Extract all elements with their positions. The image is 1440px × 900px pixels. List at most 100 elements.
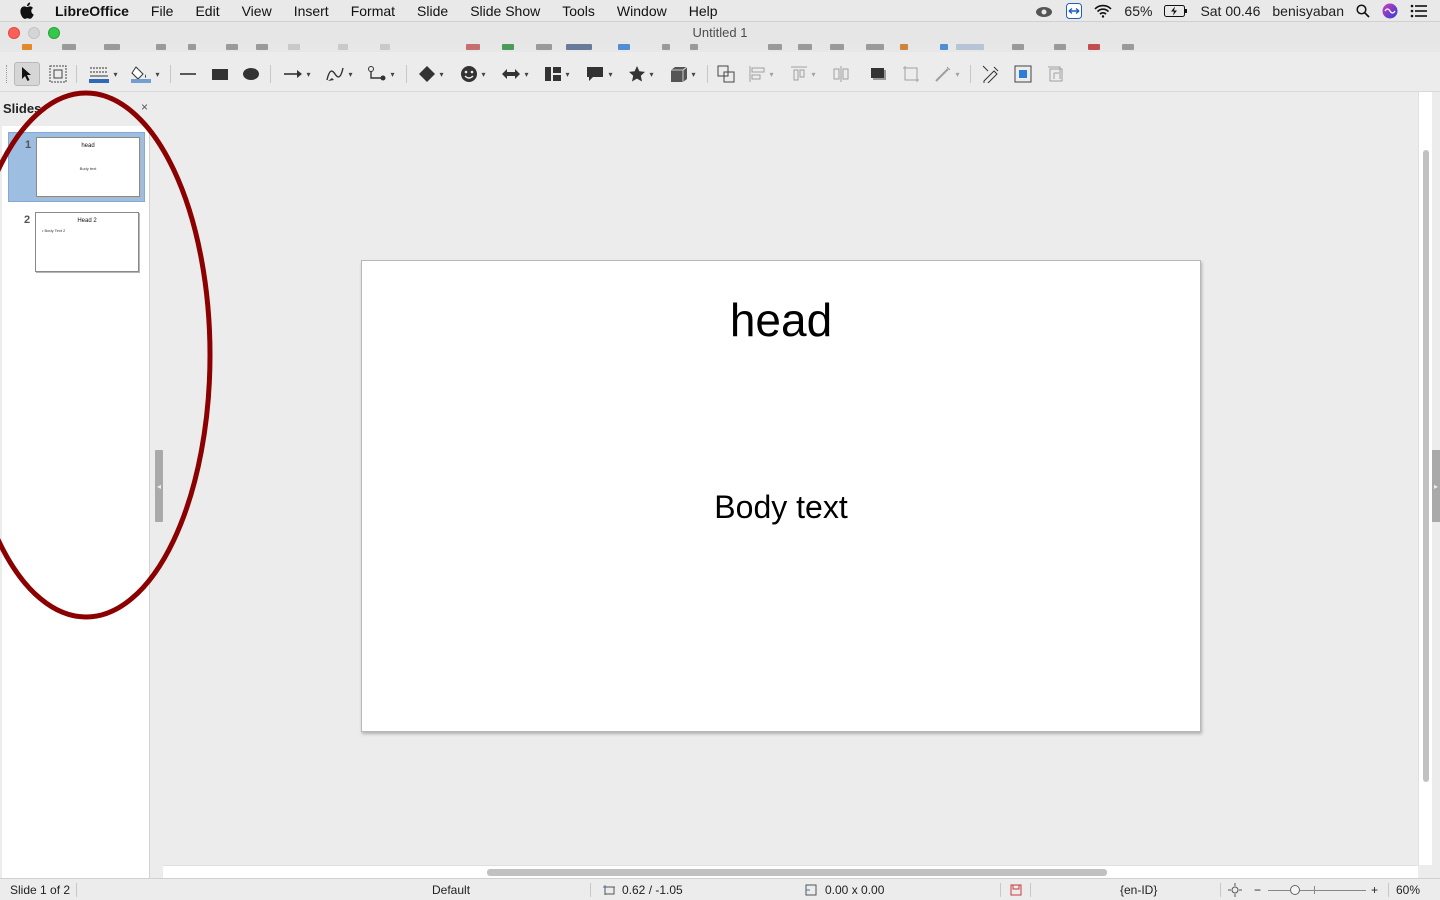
spotlight-search-icon[interactable] [1356, 4, 1370, 18]
filter-icon[interactable]: ▾ [930, 62, 964, 86]
chevron-down-icon[interactable]: ▾ [439, 70, 443, 79]
zoom-slider-knob[interactable] [1290, 885, 1300, 895]
chevron-down-icon[interactable]: ▾ [565, 70, 569, 79]
arrow-pointer-icon[interactable] [14, 62, 40, 86]
slide-preview-title: Head 2 [77, 218, 97, 224]
window-minimize-button[interactable] [28, 27, 40, 39]
flowchart-icon[interactable]: ▾ [538, 62, 576, 86]
crop-image-icon[interactable] [898, 62, 924, 86]
diamond-icon[interactable]: ▾ [412, 62, 450, 86]
slide-preview-body: Body text [79, 166, 97, 171]
menubar-user[interactable]: benisyaban [1272, 3, 1344, 19]
battery-percent: 65% [1124, 3, 1153, 19]
wifi-icon[interactable] [1094, 4, 1112, 18]
apple-logo-icon[interactable] [19, 2, 39, 19]
chevron-right-icon: ▸ [1433, 481, 1438, 491]
slide-body-text[interactable]: Body text [362, 489, 1200, 526]
chevron-down-icon[interactable]: ▾ [608, 70, 612, 79]
menu-insert[interactable]: Insert [283, 3, 340, 19]
connector-icon[interactable]: ▾ [362, 62, 400, 86]
shadow-icon[interactable] [866, 62, 892, 86]
slide-workspace[interactable]: head Body text [163, 92, 1418, 865]
cube-icon[interactable]: ▾ [664, 62, 702, 86]
rectangle-icon[interactable] [208, 62, 232, 86]
window-titlebar: Untitled 1 [0, 22, 1440, 44]
drawing-toolbar: ▾ ▾ ▾ ▾ ▾ ▾ ▾ ▾ ▾ ▾ ▾ ▾ ▾ ▾ ▾ [0, 56, 1440, 92]
zoom-in-button[interactable]: + [1371, 879, 1378, 900]
document-modified-icon[interactable] [1010, 879, 1022, 900]
chevron-down-icon[interactable]: ▾ [155, 70, 159, 79]
window-maximize-button[interactable] [48, 27, 60, 39]
menu-format[interactable]: Format [340, 3, 406, 19]
slide-thumbnail-2[interactable]: 2 Head 2 • Body Text 2 [8, 208, 145, 278]
double-arrow-icon[interactable]: ▾ [496, 62, 534, 86]
slide-canvas[interactable]: head Body text [361, 260, 1201, 732]
battery-charging-icon[interactable] [1164, 5, 1188, 17]
curve-icon[interactable]: ▾ [320, 62, 358, 86]
menu-tools[interactable]: Tools [551, 3, 606, 19]
chevron-down-icon[interactable]: ▾ [481, 70, 485, 79]
chevron-down-icon[interactable]: ▾ [524, 70, 528, 79]
horizontal-scrollbar[interactable] [163, 865, 1418, 878]
fill-color-icon[interactable]: ▾ [126, 62, 164, 86]
window-title: Untitled 1 [692, 25, 748, 40]
align-objects-icon[interactable]: ▾ [744, 62, 778, 86]
chevron-down-icon: ▾ [955, 69, 960, 79]
collapse-pane-handle[interactable]: ◂ [155, 450, 163, 522]
transformations-icon[interactable] [714, 62, 738, 86]
menu-app-name[interactable]: LibreOffice [55, 3, 140, 19]
menu-slide-show[interactable]: Slide Show [459, 3, 551, 19]
chevron-down-icon[interactable]: ▾ [649, 70, 653, 79]
points-edit-icon[interactable] [978, 62, 1004, 86]
toolbar-grip[interactable] [6, 65, 8, 83]
master-slide-name[interactable]: Default [432, 879, 470, 900]
glue-points-icon[interactable] [1010, 62, 1036, 86]
language-indicator[interactable]: {en-ID} [1120, 879, 1157, 900]
star-icon[interactable]: ▾ [622, 62, 660, 86]
line-color-icon[interactable]: ▾ [84, 62, 122, 86]
vertical-scrollbar[interactable] [1418, 92, 1432, 865]
menu-view[interactable]: View [231, 3, 283, 19]
slide-preview-body: • Body Text 2 [42, 228, 66, 233]
menu-help[interactable]: Help [678, 3, 729, 19]
chevron-down-icon[interactable]: ▾ [691, 70, 695, 79]
slide-thumbnail-1[interactable]: 1 head Body text [8, 132, 145, 202]
zoom-level[interactable]: 60% [1396, 879, 1420, 900]
fit-slide-icon[interactable] [1228, 879, 1242, 900]
sidebar-expand-handle[interactable]: ▸ [1432, 450, 1440, 522]
menu-slide[interactable]: Slide [406, 3, 459, 19]
chevron-down-icon[interactable]: ▾ [113, 70, 117, 79]
zoom-out-button[interactable]: − [1254, 879, 1261, 900]
arrow-line-icon[interactable]: ▾ [278, 62, 316, 86]
menu-file[interactable]: File [140, 3, 185, 19]
horizontal-scroll-thumb[interactable] [487, 869, 1107, 876]
menu-edit[interactable]: Edit [184, 3, 230, 19]
slide-indicator: Slide 1 of 2 [10, 883, 71, 897]
siri-icon[interactable] [1382, 3, 1398, 19]
distribute-icon[interactable] [828, 62, 854, 86]
notification-center-icon[interactable] [1410, 4, 1428, 18]
zoom-slider-track[interactable] [1268, 890, 1366, 891]
chevron-down-icon[interactable]: ▾ [348, 70, 352, 79]
line-icon[interactable] [176, 62, 200, 86]
chevron-down-icon: ▾ [811, 69, 816, 79]
menubar-clock[interactable]: Sat 00.46 [1200, 3, 1260, 19]
smiley-icon[interactable]: ▾ [454, 62, 492, 86]
slides-list[interactable]: 1 head Body text 2 Head 2 • Body Text 2 [2, 126, 150, 878]
callout-icon[interactable]: ▾ [580, 62, 618, 86]
creative-cloud-icon[interactable] [1034, 4, 1054, 18]
toggle-extrusion-icon[interactable] [1042, 62, 1068, 86]
chevron-down-icon[interactable]: ▾ [390, 70, 394, 79]
vertical-scroll-thumb[interactable] [1423, 150, 1429, 782]
arrange-icon[interactable]: ▾ [786, 62, 820, 86]
slide-title-text[interactable]: head [362, 293, 1200, 347]
slide-number: 2 [24, 214, 31, 226]
close-icon[interactable]: × [141, 100, 148, 114]
window-close-button[interactable] [8, 27, 20, 39]
zoom-pan-icon[interactable] [46, 62, 70, 86]
status-bar: Slide 1 of 2 Default 0.62 / -1.05 0.00 x… [0, 878, 1440, 900]
chevron-down-icon[interactable]: ▾ [306, 70, 310, 79]
teamviewer-icon[interactable] [1066, 3, 1083, 19]
menu-window[interactable]: Window [606, 3, 678, 19]
ellipse-icon[interactable] [239, 62, 263, 86]
